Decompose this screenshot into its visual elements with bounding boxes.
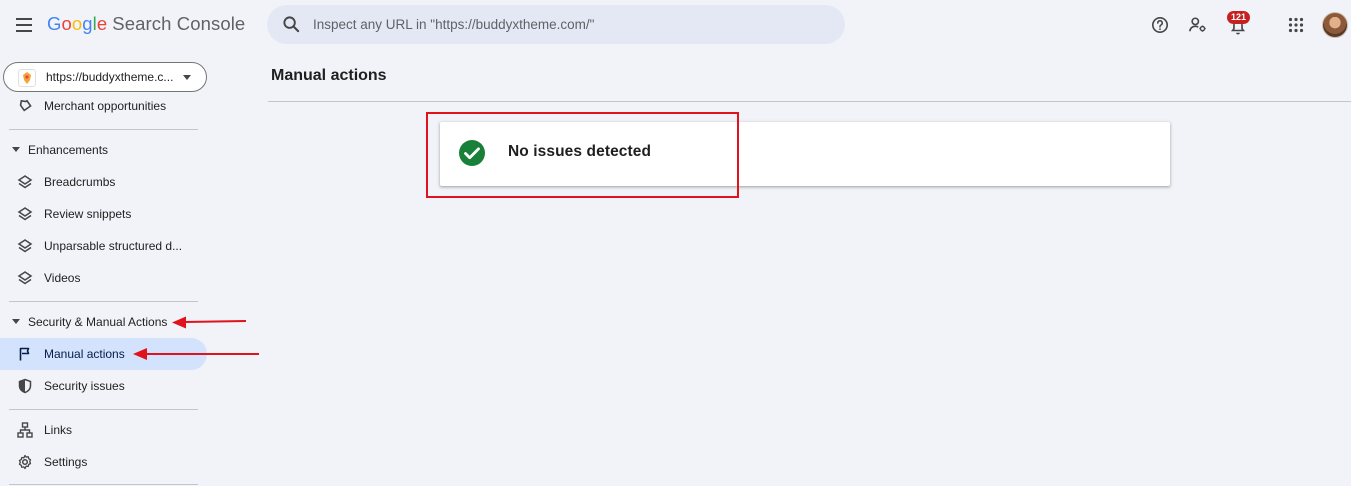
layers-icon xyxy=(17,239,33,253)
sidebar-item-settings[interactable]: Settings xyxy=(0,446,207,478)
section-label: Security & Manual Actions xyxy=(28,315,168,329)
property-selector[interactable]: https://buddyxtheme.c... xyxy=(3,62,207,92)
apps-grid-icon[interactable] xyxy=(1284,13,1308,37)
sidebar-item-label: Security issues xyxy=(44,379,125,393)
sidebar-item-label: Breadcrumbs xyxy=(44,175,116,189)
sidebar-item-label: Unparsable structured d... xyxy=(44,239,183,253)
divider xyxy=(9,409,198,410)
property-label: https://buddyxtheme.c... xyxy=(46,70,174,84)
notification-badge: 121 xyxy=(1227,11,1251,24)
logo-letter: o xyxy=(71,13,83,34)
layers-icon xyxy=(17,207,33,221)
section-security-manual-actions[interactable]: Security & Manual Actions xyxy=(0,308,207,336)
search-input[interactable] xyxy=(313,13,813,35)
caret-down-icon xyxy=(12,147,20,152)
property-favicon-icon xyxy=(18,69,36,87)
chevron-down-icon xyxy=(183,75,191,80)
divider xyxy=(268,101,1351,102)
logo-letter: e xyxy=(96,13,108,34)
section-label: Enhancements xyxy=(28,143,109,157)
sidebar-item-label: Merchant opportunities xyxy=(44,99,167,113)
menu-icon[interactable] xyxy=(12,12,38,38)
manage-users-icon[interactable] xyxy=(1186,13,1210,37)
sidebar-item-label: Settings xyxy=(44,455,88,469)
app-logo[interactable]: Google Search Console xyxy=(47,13,245,35)
caret-down-icon xyxy=(12,319,20,324)
sidebar-item-label: Review snippets xyxy=(44,207,132,221)
check-circle-icon xyxy=(459,140,485,166)
divider xyxy=(9,129,198,130)
flag-icon xyxy=(19,347,30,361)
sidebar-item-breadcrumbs[interactable]: Breadcrumbs xyxy=(0,166,207,198)
sidebar-item-label: Manual actions xyxy=(44,347,125,361)
sidebar-item-videos[interactable]: Videos xyxy=(0,262,207,294)
divider xyxy=(9,484,198,485)
app-header: Google Search Console 121 xyxy=(0,0,1351,52)
status-text: No issues detected xyxy=(508,143,652,160)
sidebar-item-review-snippets[interactable]: Review snippets xyxy=(0,198,207,230)
sidebar-item-security-issues[interactable]: Security issues xyxy=(0,370,207,402)
sitemap-icon xyxy=(17,422,33,438)
gear-icon xyxy=(18,454,32,470)
product-name: Search Console xyxy=(112,13,246,34)
page-title: Manual actions xyxy=(271,67,387,84)
logo-letter: o xyxy=(61,13,72,34)
help-icon[interactable] xyxy=(1148,13,1172,37)
logo-letter: g xyxy=(82,13,93,34)
sidebar-item-unparsable-structured-data[interactable]: Unparsable structured d... xyxy=(0,230,207,262)
section-enhancements[interactable]: Enhancements xyxy=(0,136,207,164)
url-inspection-search[interactable] xyxy=(267,5,845,44)
sidebar-item-label: Videos xyxy=(44,271,81,285)
sidebar-item-label: Links xyxy=(44,423,73,437)
divider xyxy=(9,301,198,302)
sidebar-item-manual-actions[interactable]: Manual actions xyxy=(0,338,207,370)
tag-icon xyxy=(19,99,32,112)
logo-letter: G xyxy=(47,13,62,34)
sidebar-item-links[interactable]: Links xyxy=(0,414,207,446)
sidebar-item-merchant-opportunities[interactable]: Merchant opportunities xyxy=(0,90,207,122)
avatar[interactable] xyxy=(1322,12,1348,38)
layers-icon xyxy=(17,271,33,285)
search-icon xyxy=(283,16,300,33)
status-card: No issues detected xyxy=(440,122,1170,186)
layers-icon xyxy=(17,175,33,189)
shield-icon xyxy=(18,378,32,394)
